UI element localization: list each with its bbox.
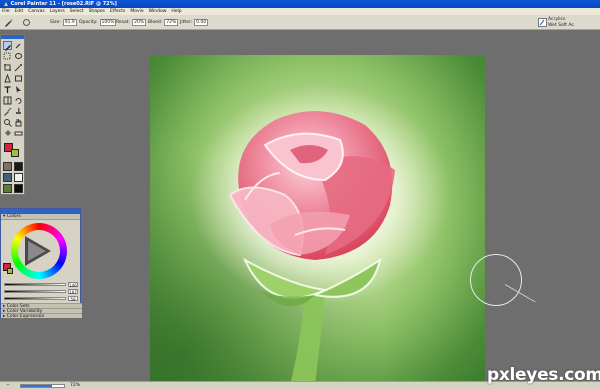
menu-window[interactable]: Window [149, 8, 167, 15]
bleed-field[interactable]: 72% [164, 19, 179, 26]
title-bar: Corel Painter 11 - [rose02.RIF @ 72%] [0, 0, 600, 8]
rose-painting [150, 55, 485, 385]
zoom-value[interactable]: 72% [70, 382, 80, 390]
watermark: pxleyes.com [487, 365, 600, 385]
nozzle-selector-icon[interactable] [14, 184, 23, 193]
dropper-tool-icon[interactable] [14, 41, 23, 50]
brush-tool-icon[interactable] [3, 41, 12, 51]
menu-effects[interactable]: Effects [110, 8, 125, 15]
blue-slider-row: 59 [4, 296, 78, 302]
crop-tool-icon[interactable] [3, 63, 12, 72]
size-label: Size: [50, 20, 61, 25]
toolbox [0, 34, 25, 195]
green-value[interactable]: 197 [68, 289, 78, 295]
menu-shapes[interactable]: Shapes [89, 8, 105, 15]
gradient-selector-icon[interactable] [14, 162, 23, 171]
shape-tool-icon[interactable] [14, 74, 23, 83]
red-slider-row: 146 [4, 282, 78, 288]
blue-slider[interactable] [4, 297, 66, 300]
opacity-control: Opacity: 100% [79, 18, 117, 27]
brush-selector[interactable]: Acrylics Wet Soft Ac [548, 17, 600, 29]
jitter-label: Jitter: [180, 20, 193, 25]
menu-bar: File Edit Canvas Layers Select Shapes Ef… [0, 8, 600, 15]
paint-bucket-icon[interactable] [3, 129, 12, 138]
bleed-label: Bleed: [148, 20, 163, 25]
painting-canvas[interactable] [150, 55, 485, 385]
app-logo-icon [3, 1, 9, 7]
jitter-field[interactable]: 0.00 [194, 19, 209, 26]
lasso-tool-icon[interactable] [14, 52, 23, 61]
pen-tool-icon[interactable] [3, 73, 12, 83]
magic-wand-icon[interactable] [14, 63, 23, 72]
text-tool-icon[interactable] [3, 85, 12, 94]
grabber-hand-icon[interactable] [14, 118, 23, 127]
window-title: Corel Painter 11 - [rose02.RIF @ 72%] [10, 1, 117, 7]
green-slider[interactable] [4, 290, 66, 293]
colors-panel-title: Colors [6, 214, 21, 219]
hue-ring-inner [18, 230, 60, 272]
rotate-page-icon[interactable] [14, 96, 23, 105]
menu-canvas[interactable]: Canvas [28, 8, 45, 15]
painter-window: Corel Painter 11 - [rose02.RIF @ 72%] Fi… [0, 0, 600, 390]
paper-selector-icon[interactable] [3, 162, 12, 171]
eraser-tool-icon[interactable] [14, 129, 23, 138]
cloner-tool-icon[interactable] [3, 107, 12, 116]
hue-ring[interactable] [11, 223, 67, 279]
rubber-stamp-icon[interactable] [14, 107, 23, 116]
menu-file[interactable]: File [2, 8, 10, 15]
toolbox-titlebar[interactable] [1, 35, 24, 39]
size-field[interactable]: 91.9 [62, 19, 77, 26]
bleed-control: Bleed: 72% [148, 18, 179, 27]
brush-variant: Wet Soft Ac [548, 23, 574, 28]
menu-movie[interactable]: Movie [130, 8, 143, 15]
zoom-slider-fill [21, 385, 52, 387]
color-expression-header[interactable]: ▸ Color Expression [1, 313, 82, 319]
shape-selection-icon[interactable] [14, 85, 23, 94]
triangle-highlight [28, 241, 46, 261]
brush-tool-icon[interactable] [4, 18, 13, 27]
zoom-slider[interactable] [20, 384, 65, 388]
blue-value[interactable]: 59 [68, 296, 78, 302]
green-slider-row: 197 [4, 289, 78, 295]
divine-proportion-icon[interactable] [3, 96, 12, 105]
resat-field[interactable]: 20% [132, 19, 147, 26]
opacity-label: Opacity: [79, 20, 98, 25]
additional-color-chip[interactable] [7, 268, 13, 274]
additional-color-swatch[interactable] [11, 149, 19, 157]
resat-label: Resat: [116, 20, 131, 25]
magnifier-icon[interactable] [3, 118, 12, 127]
red-slider[interactable] [4, 283, 66, 286]
menu-layers[interactable]: Layers [50, 8, 65, 15]
opacity-field[interactable]: 100% [99, 19, 117, 26]
red-value[interactable]: 146 [68, 282, 78, 288]
resat-control: Resat: 20% [116, 18, 147, 27]
color-expression-label: Color Expression [6, 314, 45, 319]
menu-help[interactable]: Help [171, 8, 181, 15]
colors-panel-header[interactable]: ▾ Colors [1, 214, 80, 220]
menu-edit[interactable]: Edit [15, 8, 24, 15]
pattern-selector-icon[interactable] [3, 173, 12, 182]
brush-cursor-circle [470, 254, 522, 306]
weaving-selector-icon[interactable] [14, 173, 23, 182]
look-selector-icon[interactable] [3, 184, 12, 193]
layer-adjuster-icon[interactable] [3, 52, 12, 61]
size-control: Size: 91.9 [50, 18, 77, 27]
property-bar: Size: 91.9 Opacity: 100% Resat: 20% Blee… [0, 15, 600, 30]
brush-selector-icon[interactable] [538, 18, 547, 27]
zoom-out-icon[interactable]: − [6, 382, 10, 390]
menu-select[interactable]: Select [70, 8, 84, 15]
jitter-control: Jitter: 0.00 [180, 18, 209, 27]
reset-tool-icon[interactable] [22, 18, 31, 27]
colors-panel: ▾ Colors 146 197 59 ▸ Color Sets ▸ Color… [0, 208, 82, 319]
